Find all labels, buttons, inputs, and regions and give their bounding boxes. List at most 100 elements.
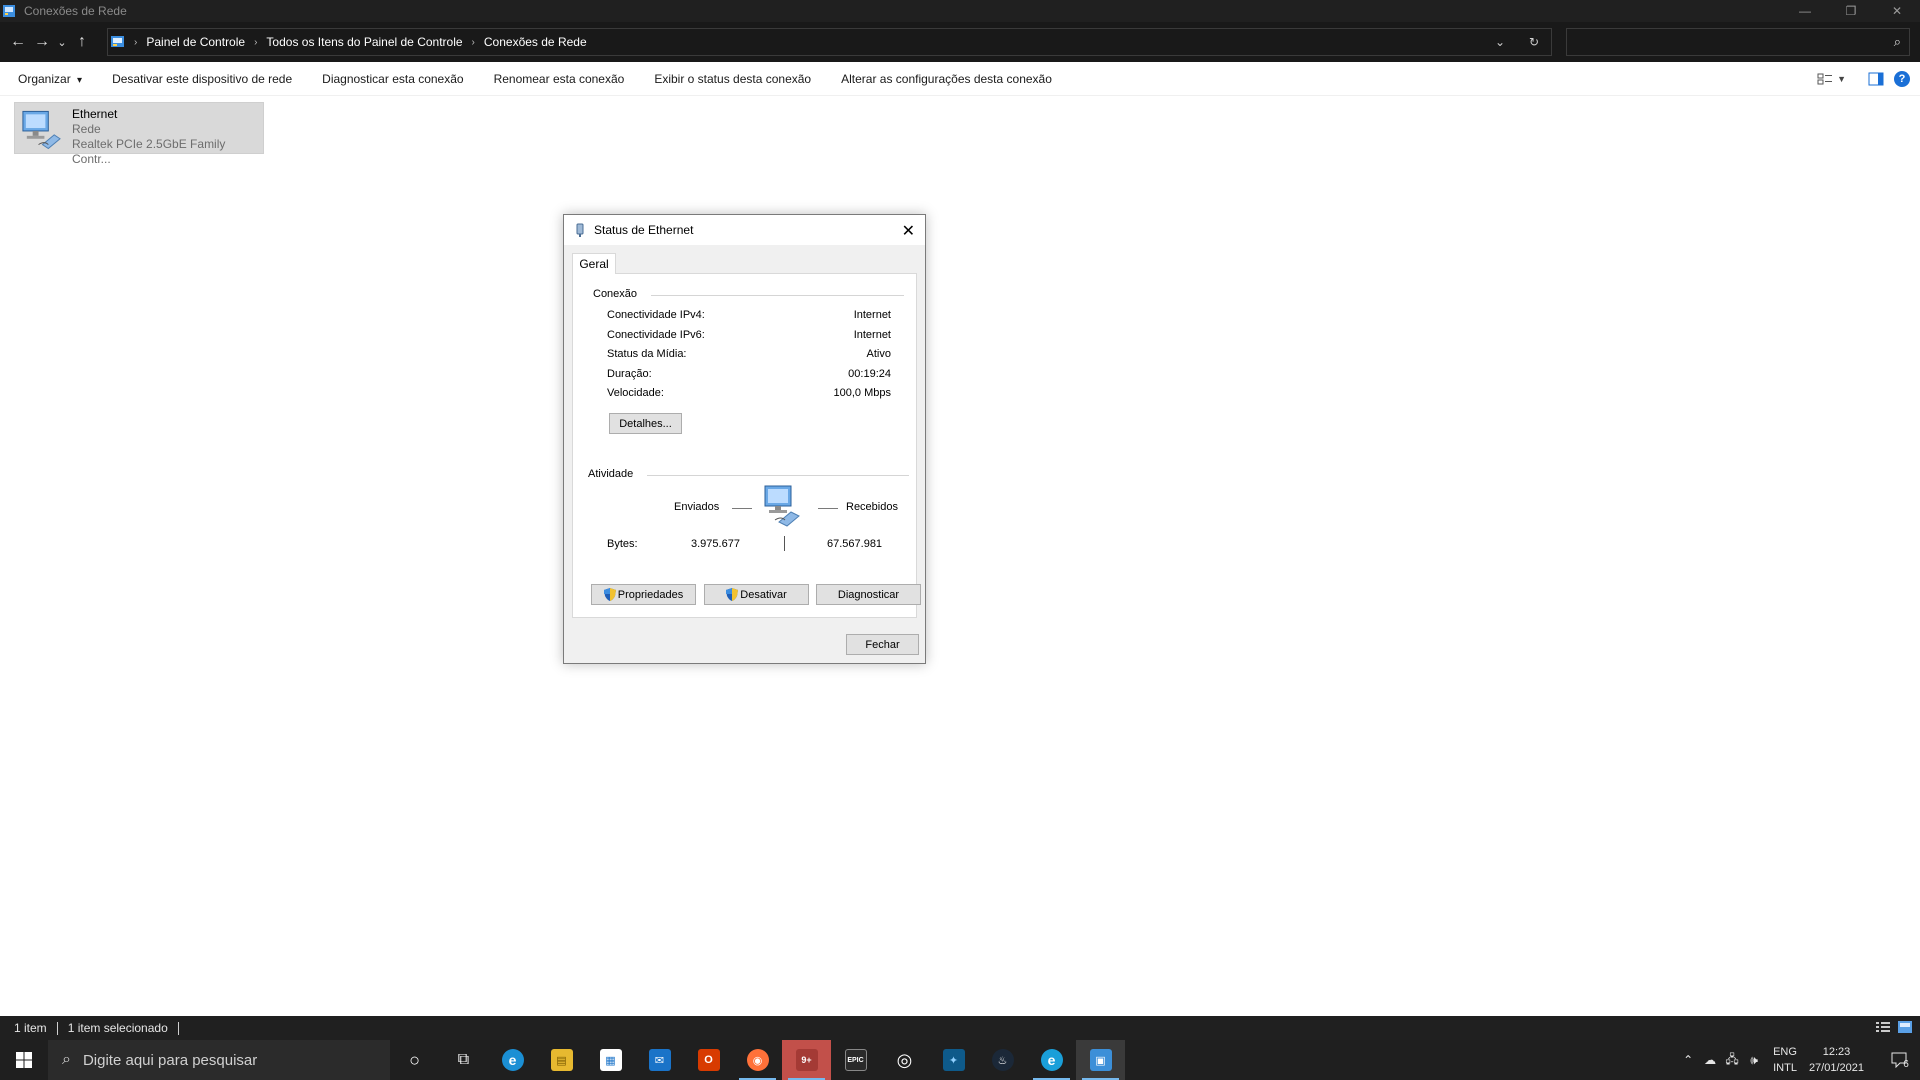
- edge-icon[interactable]: e: [488, 1040, 537, 1080]
- diagnose-connection-command[interactable]: Diagnosticar esta conexão: [322, 72, 463, 86]
- battle-net-icon[interactable]: ✦: [929, 1040, 978, 1080]
- language-indicator[interactable]: ENG INTL: [1773, 1044, 1797, 1076]
- preview-pane-icon[interactable]: [1868, 72, 1884, 86]
- clock-time: 12:23: [1822, 1046, 1851, 1058]
- dialog-titlebar: Status de Ethernet ✕: [564, 215, 925, 245]
- connection-name: Ethernet: [72, 107, 118, 121]
- organize-label: Organizar: [18, 71, 71, 86]
- breadcrumb-todos-os-itens[interactable]: Todos os Itens do Painel de Controle: [266, 35, 462, 49]
- recent-locations-button[interactable]: ⌄: [54, 30, 70, 54]
- close-button[interactable]: Fechar: [846, 634, 919, 655]
- network-tray-icon[interactable]: 🖧: [1721, 1050, 1743, 1071]
- search-input[interactable]: ⌕: [1566, 28, 1910, 56]
- command-bar-right: ▼ ?: [1817, 62, 1920, 96]
- language-code: ENG: [1773, 1046, 1797, 1058]
- address-dropdown-icon[interactable]: ⌄: [1483, 35, 1517, 49]
- speed-label: Velocidade:: [607, 387, 664, 399]
- properties-label: Propriedades: [617, 588, 684, 601]
- action-center-button[interactable]: 6: [1880, 1040, 1920, 1080]
- organize-menu[interactable]: Organizar ▾: [18, 72, 82, 86]
- dialog-close-icon[interactable]: ✕: [902, 221, 915, 241]
- address-row: ← → ⌄ ↑ › Painel de Controle › Todos os …: [0, 22, 1920, 62]
- properties-button[interactable]: Propriedades: [591, 584, 696, 605]
- file-explorer-icon[interactable]: ▤: [537, 1040, 586, 1080]
- media-status-label: Status da Mídia:: [607, 348, 687, 360]
- speed-value: 100,0 Mbps: [833, 387, 891, 399]
- search-icon[interactable]: ⌕: [1894, 34, 1901, 50]
- status-view-icons: [1876, 1021, 1912, 1033]
- tab-panel-geral: Conexão Conectividade IPv4: Internet Con…: [572, 273, 921, 618]
- tray-chevron-icon[interactable]: ⌃: [1677, 1053, 1699, 1067]
- windows-logo-icon: [16, 1052, 32, 1068]
- rename-connection-command[interactable]: Renomear esta conexão: [494, 72, 625, 86]
- mail-icon[interactable]: ✉: [635, 1040, 684, 1080]
- window-titlebar: Conexões de Rede — ❐ ✕: [0, 0, 1920, 22]
- onedrive-cloud-icon[interactable]: ☁: [1699, 1053, 1721, 1067]
- clock-date: 27/01/2021: [1808, 1062, 1864, 1074]
- store-icon[interactable]: ▦: [586, 1040, 635, 1080]
- notification-app-icon[interactable]: 9+: [782, 1040, 831, 1080]
- office-icon[interactable]: O: [684, 1040, 733, 1080]
- sent-label: Enviados: [674, 501, 720, 513]
- address-bar[interactable]: › Painel de Controle › Todos os Itens do…: [107, 28, 1552, 56]
- back-button[interactable]: ←: [6, 30, 30, 54]
- window-title: Conexões de Rede: [24, 4, 127, 18]
- breadcrumb-separator: ›: [254, 36, 258, 48]
- bytes-received-value: 67.567.981: [827, 538, 883, 550]
- taskbar: ⌕ Digite aqui para pesquisar ○ ⧉ e ▤ ▦ ✉…: [0, 1040, 1920, 1080]
- duration-label: Duração:: [607, 368, 652, 380]
- breadcrumb-painel-de-controle[interactable]: Painel de Controle: [146, 35, 245, 49]
- bytes-sent-value: 3.975.677: [691, 538, 740, 550]
- help-icon[interactable]: ?: [1894, 71, 1910, 87]
- restore-button[interactable]: ❐: [1828, 0, 1874, 22]
- close-window-button[interactable]: ✕: [1874, 0, 1920, 22]
- activity-group-label: Atividade: [588, 468, 640, 480]
- content-area: Ethernet Rede Realtek PCIe 2.5GbE Family…: [0, 96, 1920, 1016]
- epic-games-icon[interactable]: EPIC: [831, 1040, 880, 1080]
- edge-dev-icon[interactable]: e: [1027, 1040, 1076, 1080]
- volume-icon[interactable]: 🕪: [1743, 1053, 1765, 1068]
- taskbar-search-box[interactable]: ⌕ Digite aqui para pesquisar: [48, 1040, 390, 1080]
- clock[interactable]: 12:23 27/01/2021: [1809, 1044, 1864, 1076]
- minimize-button[interactable]: —: [1782, 0, 1828, 22]
- cortana-icon[interactable]: ○: [390, 1040, 439, 1080]
- view-dropdown-icon[interactable]: ▼: [1837, 74, 1846, 84]
- breadcrumb-separator: ›: [471, 36, 475, 48]
- system-tray: ⌃ ☁ 🖧 🕪 ENG INTL 12:23 27/01/2021 6: [1677, 1040, 1920, 1080]
- view-status-command[interactable]: Exibir o status desta conexão: [654, 72, 811, 86]
- ethernet-connection-item[interactable]: Ethernet Rede Realtek PCIe 2.5GbE Family…: [14, 102, 264, 166]
- sent-dash: [732, 508, 752, 509]
- duration-value: 00:19:24: [848, 368, 891, 380]
- connection-adapter: Realtek PCIe 2.5GbE Family Contr...: [72, 137, 226, 166]
- control-panel-taskbar-icon[interactable]: ▣: [1076, 1040, 1125, 1080]
- bytes-label: Bytes:: [607, 538, 638, 550]
- start-button[interactable]: [0, 1040, 48, 1080]
- ubisoft-icon[interactable]: ◎: [880, 1040, 929, 1080]
- organize-caret-icon: ▾: [77, 74, 83, 86]
- tab-geral[interactable]: Geral: [572, 253, 616, 274]
- address-actions: ⌄ ↻: [1483, 29, 1551, 55]
- change-view-icon[interactable]: [1817, 72, 1833, 86]
- details-button[interactable]: Detalhes...: [609, 413, 682, 434]
- taskbar-search-icon: ⌕: [62, 1051, 71, 1068]
- keyboard-layout: INTL: [1773, 1062, 1797, 1074]
- uac-shield-icon: [726, 588, 739, 601]
- item-count: 1 item: [14, 1021, 47, 1035]
- steam-icon[interactable]: ♨: [978, 1040, 1027, 1080]
- connection-network: Rede: [72, 122, 101, 136]
- disable-device-command[interactable]: Desativar este dispositivo de rede: [112, 72, 292, 86]
- task-view-icon[interactable]: ⧉: [439, 1040, 488, 1080]
- firefox-icon[interactable]: ◉: [733, 1040, 782, 1080]
- change-settings-command[interactable]: Alterar as configurações desta conexão: [841, 72, 1052, 86]
- forward-button[interactable]: →: [30, 30, 54, 54]
- refresh-icon[interactable]: ↻: [1517, 35, 1551, 49]
- status-separator: [56, 1021, 58, 1035]
- disable-button[interactable]: Desativar: [704, 584, 809, 605]
- diagnose-button[interactable]: Diagnosticar: [816, 584, 921, 605]
- breadcrumb-conexoes-de-rede[interactable]: Conexões de Rede: [484, 35, 587, 49]
- received-label: Recebidos: [846, 501, 898, 513]
- details-view-icon[interactable]: [1876, 1021, 1890, 1033]
- up-button[interactable]: ↑: [70, 30, 94, 54]
- large-icons-view-icon[interactable]: [1898, 1021, 1912, 1033]
- ipv6-label: Conectividade IPv6:: [607, 329, 705, 341]
